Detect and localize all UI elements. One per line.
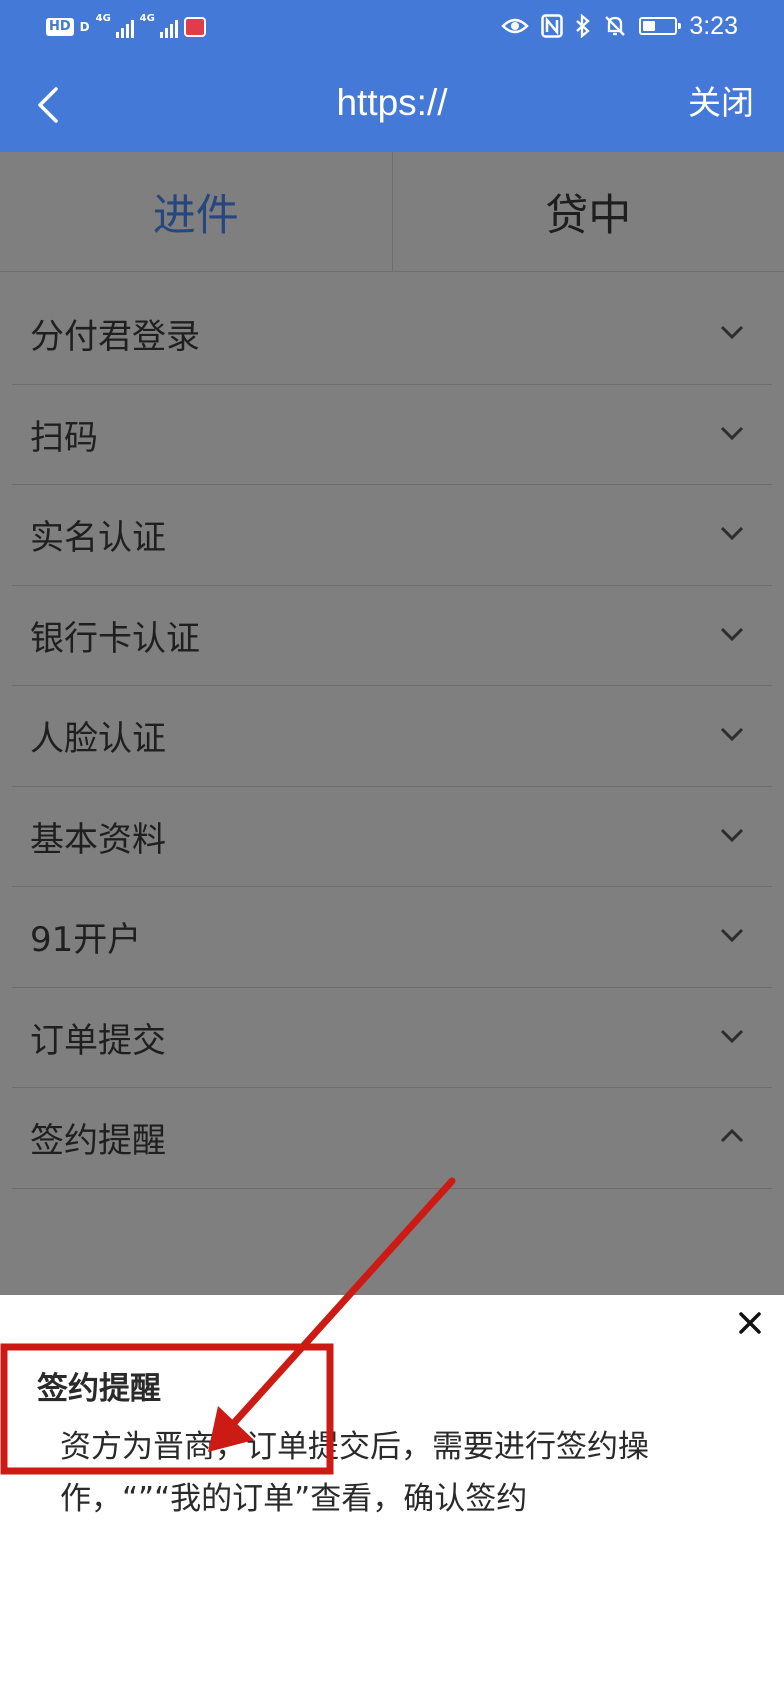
clock: 3:23 xyxy=(689,12,738,40)
eye-icon xyxy=(501,16,530,36)
accordion-item-basic-info[interactable]: 基本资料 xyxy=(12,787,772,887)
page-title: https:// xyxy=(336,82,448,123)
signal-icon-sim1: 4G xyxy=(96,14,134,40)
accordion-item-order-submit[interactable]: 订单提交 xyxy=(12,988,772,1088)
bell-off-icon xyxy=(603,14,627,38)
status-bar: HD D 4G 4G 3:23 xyxy=(0,0,784,55)
status-left-icons: HD D 4G 4G xyxy=(46,14,206,40)
close-icon xyxy=(739,1312,761,1334)
bluetooth-icon xyxy=(575,14,591,38)
tab-jinjian[interactable]: 进件 xyxy=(0,152,392,271)
accordion-item-label: 基本资料 xyxy=(30,819,166,860)
accordion-item-label: 91开户 xyxy=(30,920,142,961)
accordion-item-label: 银行卡认证 xyxy=(30,618,200,659)
chevron-down-icon xyxy=(720,426,744,440)
nav-bar: https:// 关闭 xyxy=(0,55,784,152)
nfc-icon xyxy=(541,14,564,38)
tab-bar: 进件 贷中 xyxy=(0,152,784,272)
sheet-title: 签约提醒 xyxy=(37,1371,161,1407)
accordion-item-label: 扫码 xyxy=(30,417,98,458)
data-icon: D xyxy=(79,20,90,34)
chevron-up-icon xyxy=(720,1128,744,1143)
status-right-icons: 3:23 xyxy=(501,12,738,40)
top-bar: HD D 4G 4G 3:23 https:// 关闭 xyxy=(0,0,784,152)
accordion-item-scan[interactable]: 扫码 xyxy=(12,385,772,485)
accordion-item-label: 签约提醒 xyxy=(30,1121,166,1162)
chevron-down-icon xyxy=(720,928,744,943)
chevron-down-icon xyxy=(720,727,744,742)
chevron-down-icon xyxy=(720,1029,744,1043)
accordion-item-label: 订单提交 xyxy=(30,1020,166,1061)
signal-icon-sim2: 4G xyxy=(140,14,178,40)
accordion-item-sign-reminder[interactable]: 签约提醒 xyxy=(12,1088,772,1189)
accordion-item-label: 人脸认证 xyxy=(30,719,166,760)
tab-daizhong[interactable]: 贷中 xyxy=(391,152,784,271)
accordion-item-realname[interactable]: 实名认证 xyxy=(12,485,772,586)
battery-icon xyxy=(639,17,682,35)
sign-reminder-sheet: 签约提醒 资方为晋商，订单提交后，需要进行签约操作，“”“我的订单”查看，确认签… xyxy=(0,1295,784,1699)
accordion-item-bankcard[interactable]: 银行卡认证 xyxy=(12,586,772,686)
sheet-close-button[interactable] xyxy=(730,1303,770,1343)
accordion-item-label: 实名认证 xyxy=(30,518,166,559)
sheet-body-text: 资方为晋商，订单提交后，需要进行签约操作，“”“我的订单”查看，确认签约 xyxy=(60,1429,649,1517)
chevron-down-icon xyxy=(720,828,744,842)
chevron-down-icon xyxy=(720,325,744,340)
back-arrow-icon xyxy=(38,87,58,123)
close-page-button[interactable]: 关闭 xyxy=(688,83,754,123)
accordion-item-login[interactable]: 分付君登录 xyxy=(12,284,772,385)
chevron-down-icon xyxy=(720,526,744,541)
accordion-item-face[interactable]: 人脸认证 xyxy=(12,686,772,787)
notification-app-icon xyxy=(183,17,206,37)
accordion-item-account-open[interactable]: 91开户 xyxy=(12,887,772,988)
chevron-down-icon xyxy=(720,627,744,641)
step-accordion: 分付君登录 扫码 实名认证 银行卡认证 人脸认证 基本资料 91开户 订单提交 … xyxy=(12,284,772,1189)
accordion-item-label: 分付君登录 xyxy=(30,317,200,358)
back-button[interactable] xyxy=(20,75,80,135)
hd-icon: HD xyxy=(46,18,74,36)
